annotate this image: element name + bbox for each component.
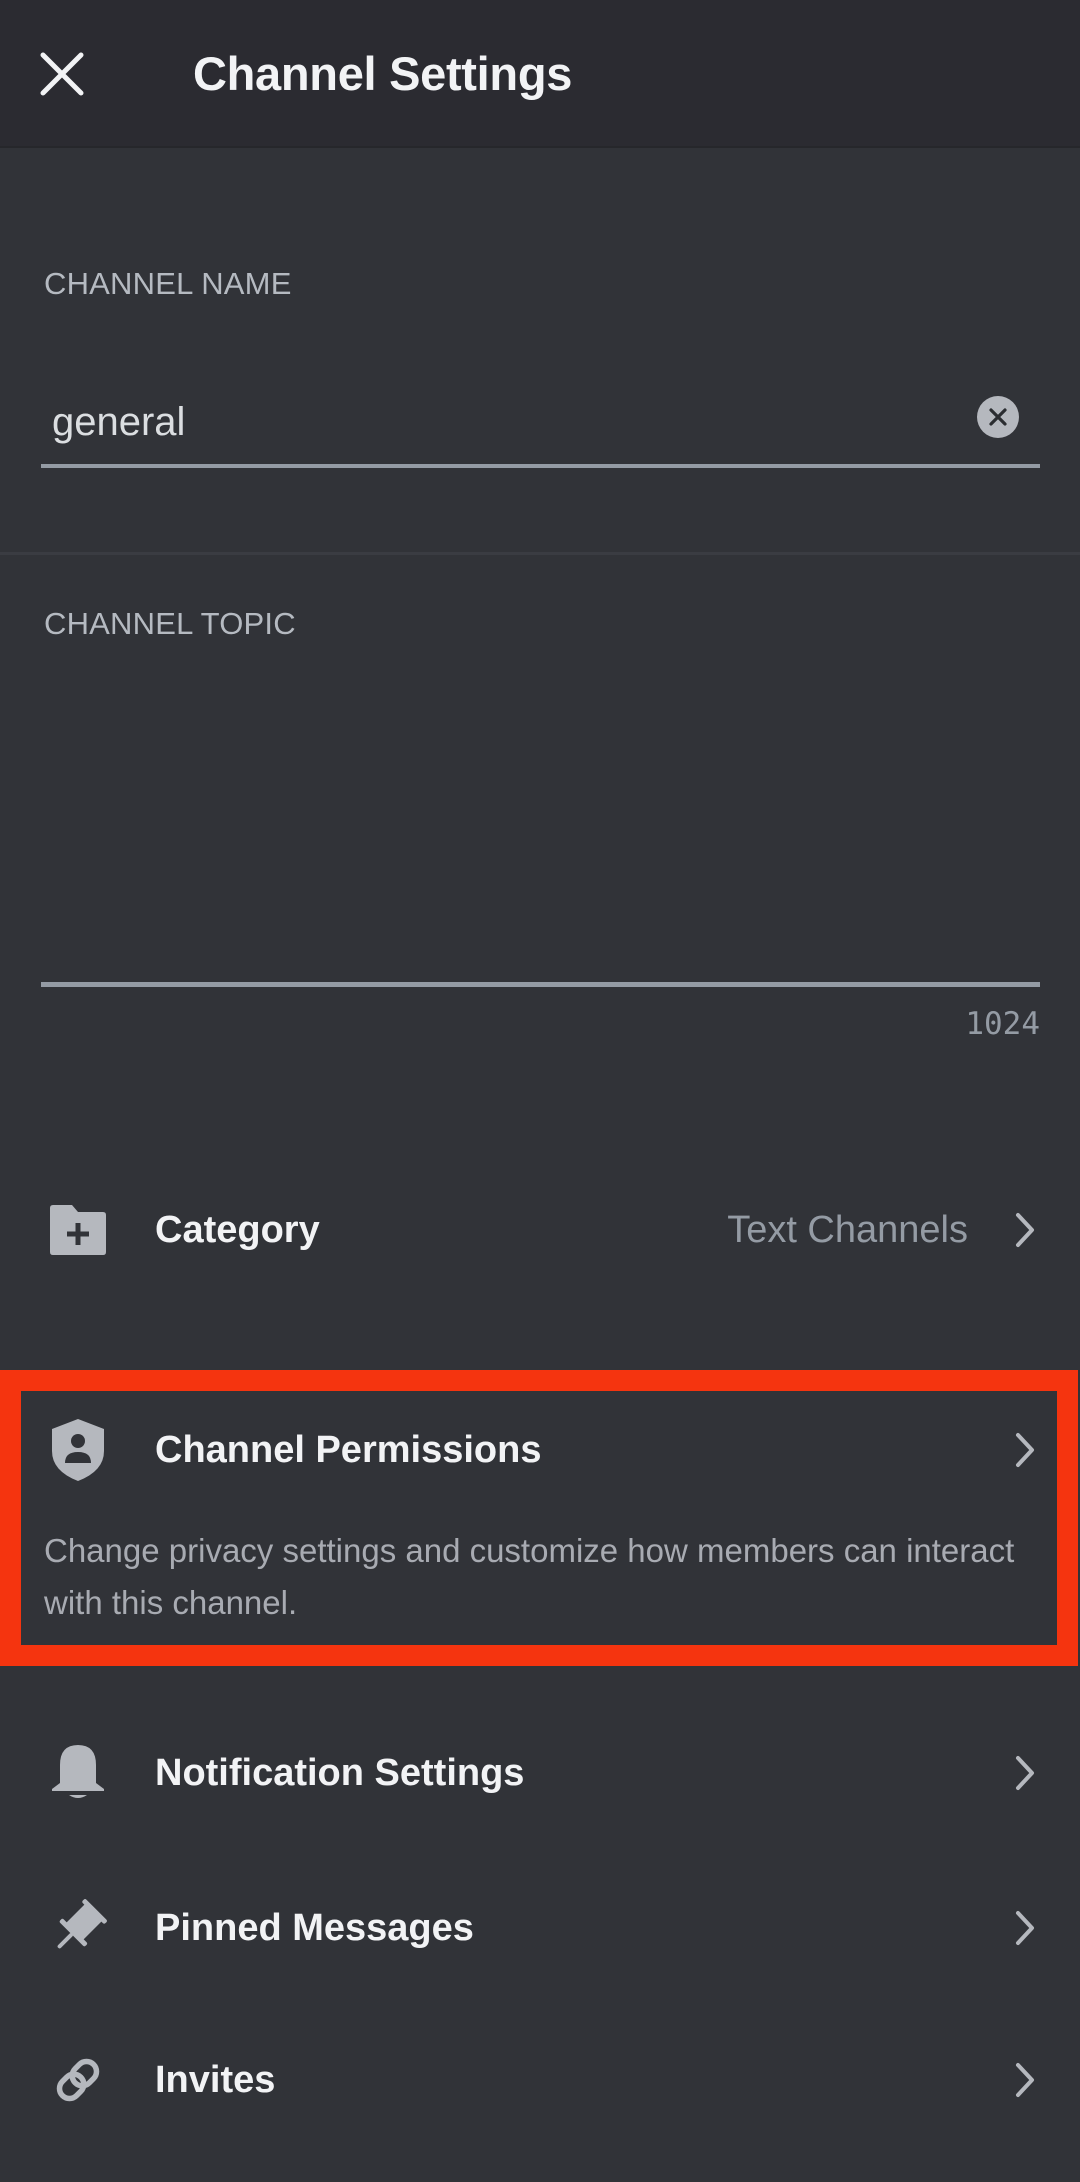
chevron-right-icon	[1008, 1430, 1042, 1470]
invites-label: Invites	[155, 2058, 276, 2101]
category-value: Text Channels	[727, 1208, 968, 1251]
channel-name-input[interactable]	[52, 392, 952, 452]
channel-name-field[interactable]	[41, 382, 1040, 468]
bell-icon	[44, 1739, 112, 1807]
close-button[interactable]	[28, 40, 96, 108]
channel-name-label: CHANNEL NAME	[44, 266, 292, 301]
pinned-messages-label: Pinned Messages	[155, 1906, 474, 1949]
page-title: Channel Settings	[193, 47, 573, 100]
channel-topic-field[interactable]	[41, 660, 1040, 987]
pin-icon	[44, 1894, 112, 1962]
chevron-right-icon	[1008, 2060, 1042, 2100]
channel-permissions-label: Channel Permissions	[155, 1428, 542, 1471]
link-icon	[44, 2046, 112, 2114]
notification-settings-row[interactable]: Notification Settings	[0, 1718, 1080, 1828]
channel-permissions-row[interactable]: Channel Permissions	[0, 1395, 1080, 1505]
channel-permissions-description: Change privacy settings and customize ho…	[44, 1532, 1015, 1621]
chevron-right-icon	[1008, 1210, 1042, 1250]
channel-topic-input[interactable]	[49, 660, 1029, 960]
pinned-messages-row[interactable]: Pinned Messages	[0, 1873, 1080, 1983]
invites-row[interactable]: Invites	[0, 2025, 1080, 2135]
category-row[interactable]: Category Text Channels	[0, 1175, 1080, 1285]
clear-name-button[interactable]	[977, 396, 1019, 438]
shield-person-icon	[44, 1416, 112, 1484]
section-divider	[0, 552, 1080, 555]
chevron-right-icon	[1008, 1753, 1042, 1793]
category-label: Category	[155, 1208, 320, 1251]
clear-circle-icon	[989, 408, 1007, 426]
folder-plus-icon	[44, 1196, 112, 1264]
topic-char-counter: 1024	[965, 1006, 1040, 1042]
header-bar: Channel Settings	[0, 0, 1080, 148]
notification-settings-label: Notification Settings	[155, 1751, 525, 1794]
channel-topic-label: CHANNEL TOPIC	[44, 606, 296, 641]
chevron-right-icon	[1008, 1908, 1042, 1948]
close-icon	[40, 52, 84, 96]
